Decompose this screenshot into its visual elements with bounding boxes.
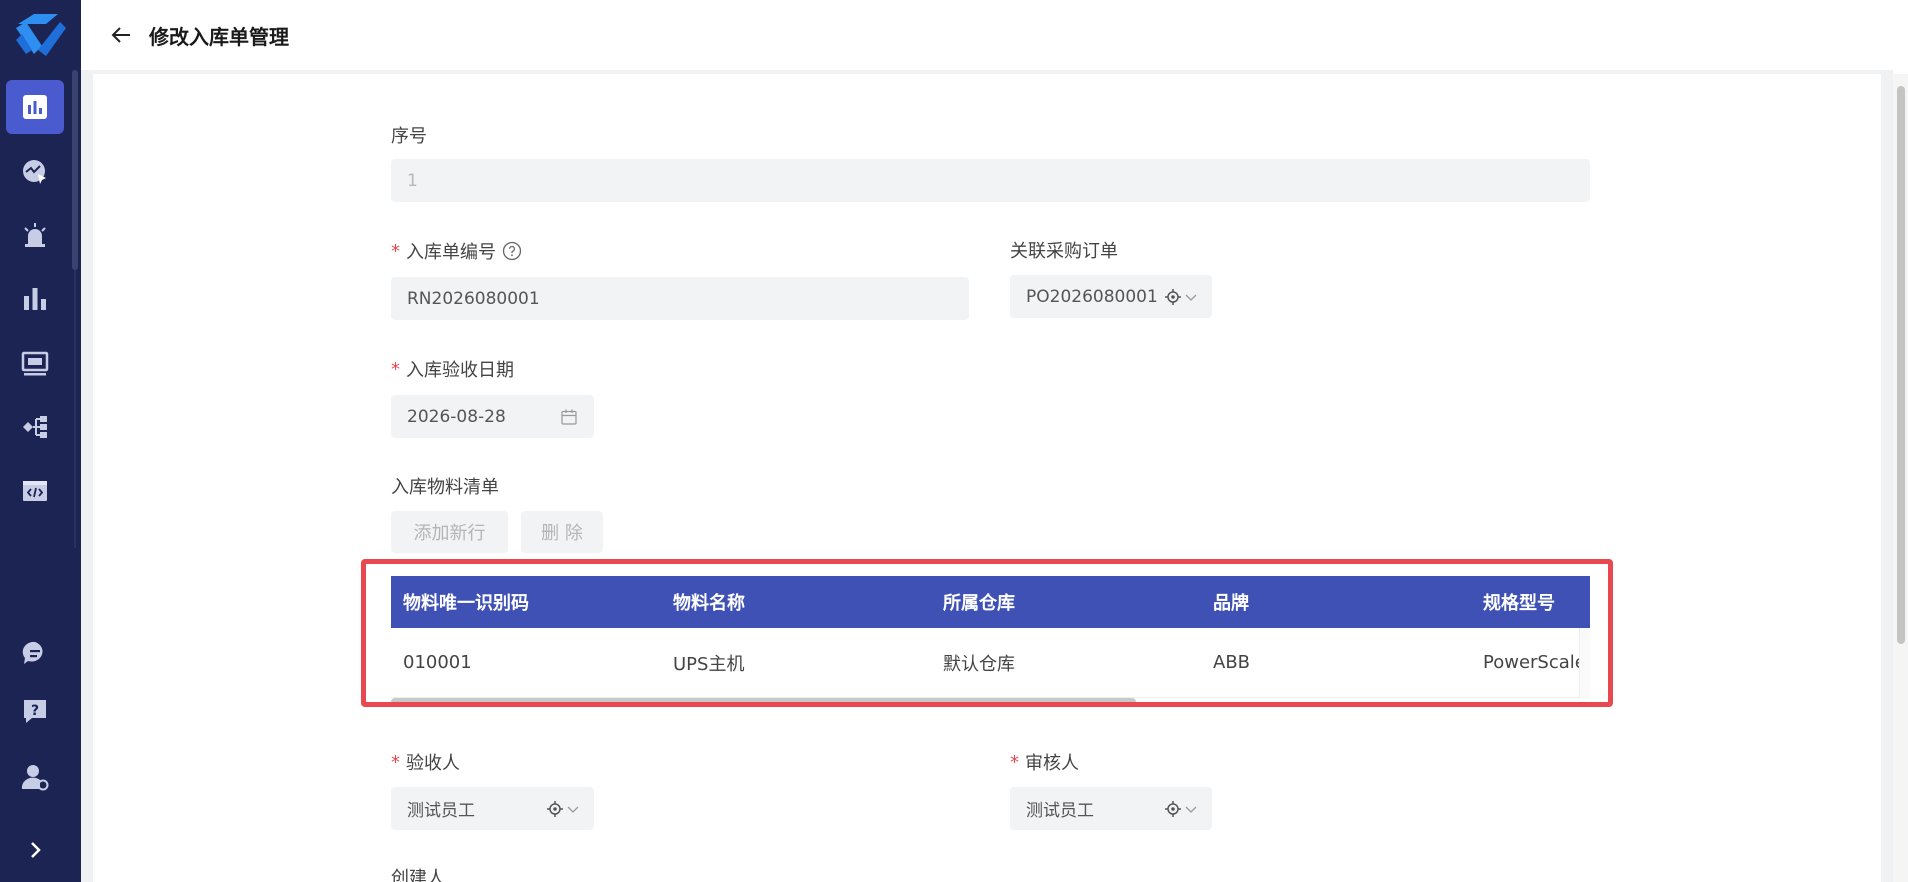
table-row[interactable]: 010001 UPS主机 默认仓库 ABB PowerScale [391,628,1579,698]
receiver-label: * 验收人 [391,751,460,775]
column-header[interactable]: 所属仓库 [931,576,1201,628]
page-header: 修改入库单管理 [81,0,1908,70]
locate-icon[interactable] [1164,288,1182,306]
bar-chart-icon [24,288,46,310]
help-icon: ? [24,700,46,723]
table-vertical-scrollbar[interactable] [1579,628,1590,698]
column-header[interactable]: 物料名称 [661,576,931,628]
nav-expand[interactable] [6,823,64,877]
materials-table: 物料唯一识别码 物料名称 所属仓库 品牌 规格型号 010001 UPS主机 默… [391,576,1590,706]
nav-user[interactable] [6,750,64,804]
required-mark: * [391,240,400,262]
locate-icon[interactable] [546,800,564,818]
nav-help[interactable]: ? [6,684,64,738]
reviewer-select[interactable]: 测试员工 [1010,787,1212,830]
sidebar: ? [0,0,81,882]
expand-icon [31,842,41,858]
alarm-icon [24,223,46,247]
receipt-no-label: * 入库单编号 [391,238,522,264]
chevron-down-icon [1185,294,1197,301]
nav-screen[interactable] [6,336,64,390]
seq-field: 1 [391,159,1590,202]
monitor-chart-icon [23,160,46,184]
locate-icon[interactable] [1164,800,1182,818]
nav-statistics[interactable] [6,272,64,326]
delete-button[interactable]: 删 除 [521,511,603,553]
nav-flow[interactable] [6,400,64,454]
table-cell: 默认仓库 [943,653,1015,675]
table-cell: UPS主机 [673,653,745,675]
dashboard-icon [23,95,47,119]
flow-icon [23,416,47,438]
page-title: 修改入库单管理 [149,24,289,49]
table-cell: PowerScale [1483,652,1579,673]
add-row-button[interactable]: 添加新行 [391,511,508,553]
receipt-no-field[interactable]: RN2026080001 [391,277,969,320]
calendar-icon [561,409,577,425]
nav-alarm[interactable] [6,208,64,262]
nav-dashboard[interactable] [6,80,64,134]
sidebar-scrollbar[interactable] [72,70,78,270]
sidebar-scroll-track [74,270,76,548]
code-icon [23,481,47,501]
date-suffix [560,395,578,438]
arrow-left-icon [111,27,130,43]
po-label: 关联采购订单 [1010,241,1118,262]
po-select[interactable]: PO2026080001 [1010,275,1212,318]
svg-text:?: ? [31,703,39,719]
logo-icon[interactable] [12,10,68,62]
nav-code[interactable] [6,464,64,518]
column-header[interactable]: 品牌 [1201,576,1471,628]
seq-label: 序号 [391,126,427,147]
back-button[interactable] [105,19,137,51]
column-header[interactable]: 规格型号 [1471,576,1590,628]
required-mark: * [391,358,400,380]
screen-icon [21,351,49,376]
creator-label: 创建人 [391,868,445,882]
chat-icon [22,641,43,664]
select-suffix [546,787,580,830]
table-horizontal-scrollbar[interactable] [391,698,1136,706]
question-circle-icon[interactable] [502,241,522,261]
materials-label: 入库物料清单 [391,477,499,498]
date-picker[interactable]: 2026-08-28 [391,395,594,438]
chevron-down-icon [567,806,579,813]
required-mark: * [1010,751,1019,773]
required-mark: * [391,751,400,773]
main-scrollbar[interactable] [1897,86,1905,644]
chevron-down-icon [1185,806,1197,813]
column-header[interactable]: 物料唯一识别码 [391,576,661,628]
reviewer-label: * 审核人 [1010,751,1079,775]
date-label: * 入库验收日期 [391,358,514,382]
select-suffix [1164,275,1198,318]
receiver-select[interactable]: 测试员工 [391,787,594,830]
table-cell: ABB [1213,652,1251,673]
nav-chat[interactable] [6,626,64,680]
table-cell: 010001 [403,652,472,673]
select-suffix [1164,787,1198,830]
table-header: 物料唯一识别码 物料名称 所属仓库 品牌 规格型号 [391,576,1590,628]
nav-monitor[interactable] [6,144,64,198]
user-settings-icon [21,765,49,791]
